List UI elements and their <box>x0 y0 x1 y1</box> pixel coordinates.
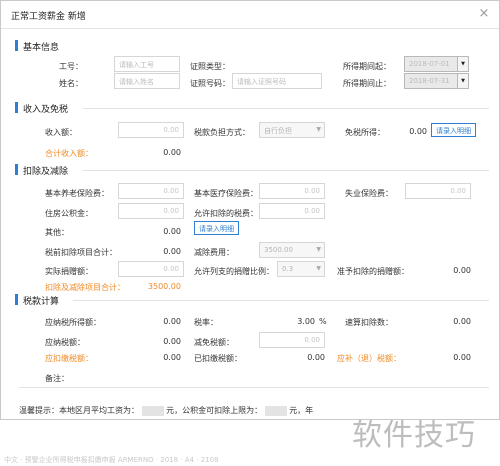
section-marker-deduction <box>15 164 18 175</box>
dropdown-arrow-icon[interactable]: ▼ <box>457 74 468 88</box>
section-title-tax: 税款计算 <box>23 297 60 307</box>
period-end-label: 所得期间止： <box>343 79 391 88</box>
watermark: 软件技巧 <box>352 418 476 453</box>
employee-id-input[interactable]: 请输入工号 <box>114 56 180 72</box>
grand-total-value: 3500.00 <box>147 282 181 291</box>
pension-input[interactable]: 0.00 <box>118 183 184 199</box>
cert-type-label: 证照类型： <box>190 62 230 71</box>
section-title-income: 收入及免税 <box>23 105 69 115</box>
section-marker-tax <box>15 294 18 305</box>
other-value: 0.00 <box>163 227 181 236</box>
tax-mode-label: 税款负担方式： <box>194 128 250 137</box>
period-end-value: 2018-07-31 <box>409 77 450 85</box>
quick-deduction-label: 速算扣除数： <box>345 318 393 327</box>
employee-id-label: 工号： <box>59 62 83 71</box>
period-start-label: 所得期间起： <box>343 62 391 71</box>
reduction-select[interactable]: 3500.00 ▼ <box>259 242 325 258</box>
period-start-picker[interactable]: 2018-07-01 ▼ <box>404 56 469 72</box>
tax-rate-label: 税率： <box>194 318 218 327</box>
donation-deduct-label: 准予扣除的捐赠额： <box>337 267 409 276</box>
donation-input[interactable]: 0.00 <box>118 261 184 277</box>
donation-deduct-value: 0.00 <box>453 266 471 275</box>
chevron-down-icon: ▼ <box>316 265 321 272</box>
masked-value <box>264 405 287 416</box>
tax-relief-input[interactable]: 0.00 <box>259 332 325 348</box>
footer-text: 中文 · 预警企业所得税申报扣缴申报 ARMERNO · 2018 · A4 ·… <box>4 456 219 464</box>
cert-no-input[interactable]: 请输入证照号码 <box>232 73 322 89</box>
allowed-tax-input[interactable]: 0.00 <box>259 203 325 219</box>
taxable-income-label: 应纳税所得额： <box>45 318 101 327</box>
withheld-label: 已扣缴税额： <box>194 354 242 363</box>
refund-value: 0.00 <box>453 353 471 362</box>
section-title-deduction: 扣除及减除 <box>23 167 69 177</box>
pretax-total-label: 税前扣除项目合计： <box>45 248 117 257</box>
section-marker-income <box>15 102 18 113</box>
pension-label: 基本养老保险费： <box>45 189 109 198</box>
unemployment-input[interactable]: 0.00 <box>405 183 471 199</box>
section-title-basic: 基本信息 <box>23 43 60 53</box>
remark-label: 备注： <box>45 374 69 383</box>
housing-fund-input[interactable]: 0.00 <box>118 203 184 219</box>
tax-mode-value: 自行负担 <box>264 127 292 135</box>
cert-no-label: 证照号码： <box>190 79 230 88</box>
should-withhold-value: 0.00 <box>163 353 181 362</box>
should-withhold-label: 应扣缴税额： <box>45 354 93 363</box>
chevron-down-icon: ▼ <box>316 246 321 253</box>
masked-value <box>141 405 164 416</box>
chevron-down-icon: ▼ <box>316 126 321 133</box>
unemployment-label: 失业保险费： <box>345 189 393 198</box>
dropdown-arrow-icon[interactable]: ▼ <box>457 57 468 71</box>
tax-mode-select[interactable]: 自行负担 ▼ <box>259 122 325 138</box>
tax-rate-value: 3.00 <box>297 317 315 326</box>
medical-input[interactable]: 0.00 <box>259 183 325 199</box>
total-income-value: 0.00 <box>163 148 181 157</box>
section-marker-basic <box>15 40 18 51</box>
other-detail-button[interactable]: 请录入明细 <box>194 221 239 235</box>
section-divider <box>83 170 489 171</box>
donation-label: 实际捐赠额： <box>45 267 93 276</box>
tax-relief-label: 减免税额： <box>194 338 234 347</box>
tip-prefix: 温馨提示：本地区月平均工资为： <box>19 406 139 415</box>
close-icon[interactable]: × <box>477 7 491 21</box>
other-label: 其他： <box>45 228 69 237</box>
exempt-detail-button[interactable]: 请录入明细 <box>431 123 476 137</box>
donation-ratio-label: 允许列支的捐赠比例： <box>194 267 274 276</box>
income-label: 收入额： <box>45 128 77 137</box>
reduction-value: 3500.00 <box>264 246 293 254</box>
name-label: 姓名： <box>59 79 83 88</box>
taxable-income-value: 0.00 <box>163 317 181 326</box>
quick-deduction-value: 0.00 <box>453 317 471 326</box>
refund-label: 应补（退）税额： <box>337 354 401 363</box>
period-start-value: 2018-07-01 <box>409 60 450 68</box>
tax-rate-unit: % <box>319 317 327 326</box>
reduction-label: 减除费用： <box>194 248 234 257</box>
section-divider <box>19 387 489 388</box>
dialog-title: 正常工资薪金 新增 <box>11 12 86 22</box>
withheld-value: 0.00 <box>307 353 325 362</box>
medical-label: 基本医疗保险费： <box>194 189 258 198</box>
tip-text: 温馨提示：本地区月平均工资为： 元，公积金可扣除上限为： 元，年 <box>19 405 313 416</box>
total-income-label: 合计收入额： <box>45 149 93 158</box>
tip-suffix: 元，年 <box>289 406 314 415</box>
income-input[interactable]: 0.00 <box>118 122 184 138</box>
donation-ratio-value: 0.3 <box>282 265 294 273</box>
housing-fund-label: 住房公积金： <box>45 209 93 218</box>
grand-total-label: 扣除及减除项目合计： <box>45 283 125 292</box>
allowed-tax-label: 允许扣除的税费： <box>194 209 258 218</box>
pretax-total-value: 0.00 <box>163 247 181 256</box>
exempt-value: 0.00 <box>409 127 427 136</box>
name-input[interactable]: 请输入姓名 <box>114 73 180 89</box>
tax-payable-label: 应纳税额： <box>45 338 85 347</box>
tip-mid: 元，公积金可扣除上限为： <box>166 406 263 415</box>
section-divider <box>73 300 489 301</box>
donation-ratio-select[interactable]: 0.3 ▼ <box>277 261 325 277</box>
salary-add-dialog: 正常工资薪金 新增 × 基本信息 工号： 请输入工号 证照类型： 所得期间起： … <box>0 0 500 420</box>
exempt-label: 免税所得： <box>345 128 385 137</box>
section-divider <box>83 108 489 109</box>
tax-payable-value: 0.00 <box>163 337 181 346</box>
dialog-titlebar: 正常工资薪金 新增 × <box>1 1 499 29</box>
period-end-picker[interactable]: 2018-07-31 ▼ <box>404 73 469 89</box>
